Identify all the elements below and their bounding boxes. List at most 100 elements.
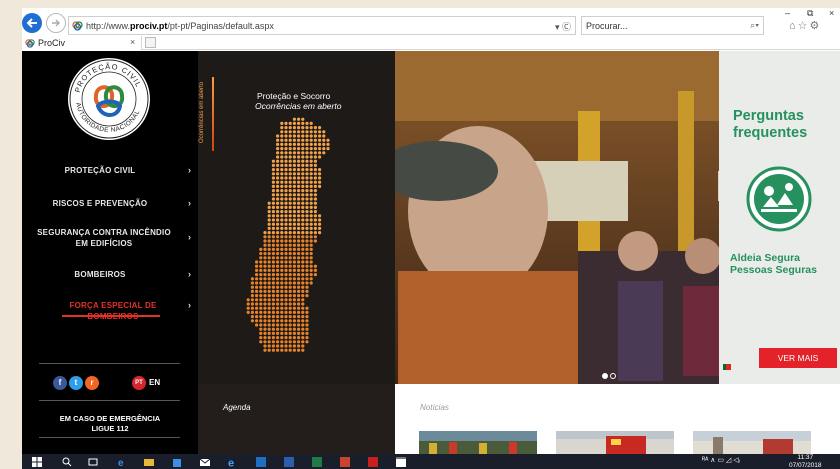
new-tab-button[interactable]	[145, 37, 156, 48]
map-dot	[267, 235, 271, 239]
map-dot	[276, 138, 280, 142]
divider	[39, 363, 180, 364]
map-dot	[263, 340, 267, 344]
windows-start-icon[interactable]	[32, 457, 42, 467]
map-dot	[263, 319, 267, 323]
address-bar[interactable]: http://www.prociv.pt/pt-pt/Paginas/defau…	[68, 16, 576, 35]
search-input[interactable]: Procurar... ⌕▾	[581, 16, 764, 35]
map-dot	[305, 306, 309, 310]
search-icon[interactable]: ⌕▾	[750, 20, 759, 31]
nav-item-bombeiros[interactable]: BOMBEIROS ›	[22, 269, 198, 280]
map-dot	[301, 336, 305, 340]
internet-explorer-icon[interactable]: e	[228, 457, 238, 468]
map-dot	[309, 184, 313, 188]
twitter-icon[interactable]: t	[69, 376, 83, 390]
map-dot	[280, 201, 284, 205]
map-dot	[263, 235, 267, 239]
close-button[interactable]: ×	[829, 8, 834, 18]
taskbar-clock[interactable]: 11:37 07/07/2018	[789, 454, 822, 469]
map-dot	[305, 180, 309, 184]
nav-item-riscos-prevencao[interactable]: RISCOS E PREVENÇÃO ›	[22, 198, 198, 209]
map-dot	[292, 210, 296, 214]
carousel-dot[interactable]	[602, 373, 608, 379]
svg-text:e: e	[118, 458, 124, 467]
map-dot	[284, 189, 288, 193]
map-dot	[322, 134, 326, 138]
map-dot	[297, 247, 301, 251]
map-dot	[305, 210, 309, 214]
map-dot	[255, 298, 259, 302]
portugal-dot-map[interactable]	[198, 51, 395, 384]
tab-close-icon[interactable]: ×	[130, 37, 135, 47]
news-thumbnail[interactable]	[556, 431, 674, 454]
map-dot	[271, 298, 275, 302]
chevron-right-icon: ›	[188, 165, 192, 175]
map-dot	[276, 172, 280, 176]
video-editor-icon[interactable]	[396, 457, 406, 467]
map-dot	[280, 121, 284, 125]
map-dot	[309, 147, 313, 151]
news-thumbnail[interactable]	[693, 431, 811, 454]
rss-icon[interactable]: r	[85, 376, 99, 390]
map-dot	[309, 260, 313, 264]
back-button[interactable]	[22, 13, 42, 33]
forward-button[interactable]	[46, 13, 66, 33]
map-dot	[292, 117, 296, 121]
map-dot	[297, 289, 301, 293]
file-explorer-icon[interactable]	[144, 457, 154, 467]
map-dot	[271, 172, 275, 176]
occurrences-panel[interactable]: Ocorrências em aberto Proteção e Socorro…	[198, 51, 395, 384]
prociv-favicon-icon	[25, 39, 35, 48]
powerpoint-icon[interactable]	[340, 457, 350, 467]
restore-button[interactable]: ⧉	[807, 8, 813, 19]
map-dot	[263, 294, 267, 298]
map-dot	[292, 268, 296, 272]
task-view-icon[interactable]	[88, 457, 98, 467]
promo-panel[interactable]: Perguntas frequentes Aldeia Segura Pesso…	[719, 51, 840, 384]
map-dot	[313, 168, 317, 172]
mail-icon[interactable]	[200, 457, 210, 467]
map-dot	[305, 285, 309, 289]
map-dot	[288, 218, 292, 222]
carousel-dot[interactable]	[610, 373, 616, 379]
map-dot	[318, 168, 322, 172]
edge-icon[interactable]: e	[117, 457, 127, 467]
map-dot	[288, 180, 292, 184]
map-dot	[305, 172, 309, 176]
map-dot	[301, 289, 305, 293]
nav-item-protecao-civil[interactable]: PROTEÇÃO CIVIL ›	[22, 165, 198, 176]
tab-prociv[interactable]: ProCiv ×	[22, 36, 142, 50]
map-dot	[301, 142, 305, 146]
map-dot	[318, 172, 322, 176]
map-dot	[288, 214, 292, 218]
outlook-icon[interactable]	[256, 457, 266, 467]
excel-icon[interactable]	[312, 457, 322, 467]
divider	[39, 437, 180, 438]
nav-item-seguranca-incendio[interactable]: SEGURANÇA CONTRA INCÊNDIO EM EDIFÍCIOS ›	[22, 227, 198, 249]
lang-pt-button[interactable]: PT	[132, 376, 146, 390]
ie-toolbar: http://www.prociv.pt/pt-pt/Paginas/defau…	[22, 8, 840, 36]
map-dot	[280, 285, 284, 289]
search-icon[interactable]	[62, 457, 72, 467]
lang-en-button[interactable]: EN	[149, 378, 160, 387]
map-dot	[292, 256, 296, 260]
word-icon[interactable]	[284, 457, 294, 467]
refresh-icon[interactable]: ▾ Ⓒ	[555, 20, 571, 33]
minimize-button[interactable]: –	[785, 8, 790, 18]
anpc-logo[interactable]: PROTEÇÃO CIVIL AUTORIDADE NACIONAL	[66, 56, 152, 142]
ver-mais-button[interactable]: VER MAIS	[759, 348, 837, 368]
map-dot	[284, 176, 288, 180]
home-favorites-settings-icon[interactable]: ⌂☆⚙	[789, 19, 821, 32]
map-dot	[280, 310, 284, 314]
map-dot	[284, 336, 288, 340]
facebook-icon[interactable]: f	[53, 376, 67, 390]
map-dot	[271, 214, 275, 218]
map-dot	[276, 289, 280, 293]
nav-item-forca-especial[interactable]: FORÇA ESPECIAL DE BOMBEIROS ›	[22, 300, 198, 322]
map-dot	[267, 327, 271, 331]
pdf-reader-icon[interactable]	[368, 457, 378, 467]
news-thumbnail[interactable]	[419, 431, 537, 454]
system-tray[interactable]: ᴿᴬ ∧ ▭ ◿ ◁ᵢ	[702, 456, 740, 464]
map-dot	[263, 298, 267, 302]
store-icon[interactable]	[172, 457, 182, 467]
